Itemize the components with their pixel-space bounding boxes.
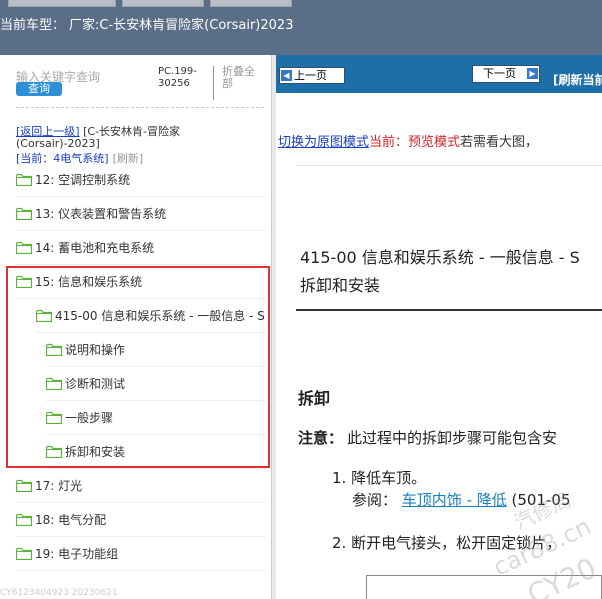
- divider: [296, 165, 602, 166]
- mode-line: 切换为原图模式当前：预览模式若需看大图，: [278, 131, 538, 150]
- sidebar: 输入关键字查询 查询 PC.199-30256 折叠全部 [返回上一级] [C-…: [0, 55, 272, 599]
- vehicle-info: 当前车型： 厂家:C-长安林肯冒险家(Corsair)2023: [0, 14, 293, 33]
- tree-item[interactable]: 13: 仪表装置和警告系统: [16, 197, 266, 231]
- tree-item-label: 18: 电气分配: [35, 513, 107, 527]
- vehicle-label: 当前车型：: [0, 18, 66, 33]
- tree-item[interactable]: 17: 灯光: [16, 469, 266, 503]
- mode-hint: 若需看大图，: [460, 135, 539, 150]
- prev-page-label: 上一页: [294, 69, 327, 82]
- search-button[interactable]: 查询: [16, 82, 62, 96]
- tree-item[interactable]: 12: 空调控制系统: [16, 163, 266, 197]
- folder-icon: [16, 173, 32, 186]
- folder-icon: [16, 513, 32, 526]
- pc-code: PC.199-30256: [158, 66, 214, 100]
- ref-label: 参阅：: [352, 491, 398, 509]
- footer-id: CY6123404923 20230621: [0, 588, 118, 598]
- folder-icon: [16, 241, 32, 254]
- step-1: 1. 降低车顶。: [332, 469, 427, 487]
- breadcrumb: [返回上一级] [C-长安林肯-冒险家(Corsair)-2023]: [16, 126, 216, 150]
- ref-link[interactable]: 车顶内饰 - 降低: [402, 491, 507, 509]
- next-page-label: 下一页: [483, 67, 516, 80]
- top-tab-3[interactable]: [210, 0, 292, 7]
- arrow-right-icon: ▶: [527, 68, 538, 79]
- vehicle-value: 厂家:C-长安林肯冒险家(Corsair)2023: [69, 18, 294, 33]
- document-title-line2: 拆卸和安装: [300, 276, 381, 295]
- divider: [16, 107, 264, 108]
- content-panel: ◀ 上一页 下一页 ▶ [刷新当前 切换为原图模式当前：预览模式若需看大图， 4…: [276, 55, 602, 599]
- arrow-left-icon: ◀: [281, 70, 292, 81]
- document-title-line1: 415-00 信息和娱乐系统 - 一般信息 - S: [300, 248, 580, 267]
- tree-item-label: 19: 电子功能组: [35, 547, 119, 561]
- top-header: 当前车型： 厂家:C-长安林肯冒险家(Corsair)2023: [0, 0, 602, 55]
- top-tab-1[interactable]: [8, 0, 116, 7]
- tree-item-label: 14: 蓄电池和充电系统: [35, 241, 155, 255]
- folder-icon: [16, 479, 32, 492]
- current-mode: 当前：预览模式: [369, 135, 461, 150]
- folder-icon: [16, 207, 32, 220]
- top-tab-2[interactable]: [122, 0, 204, 7]
- prev-page-button[interactable]: ◀ 上一页: [279, 67, 345, 84]
- tree-item[interactable]: 19: 电子功能组: [16, 537, 266, 571]
- folder-icon: [16, 547, 32, 560]
- section-heading: 拆卸: [298, 389, 331, 408]
- highlight-box: [6, 266, 270, 468]
- next-page-button[interactable]: 下一页 ▶: [472, 65, 540, 83]
- refresh-page-link[interactable]: [刷新当前: [553, 71, 602, 88]
- note-text: 此过程中的拆卸步骤可能包含安: [347, 429, 558, 447]
- page-nav-bar: ◀ 上一页 下一页 ▶ [刷新当前: [276, 55, 602, 93]
- tree-item-label: 17: 灯光: [35, 479, 83, 493]
- note-label: 注意：: [298, 429, 344, 447]
- tree-item-label: 13: 仪表装置和警告系统: [35, 207, 167, 221]
- tree-item[interactable]: 18: 电气分配: [16, 503, 266, 537]
- note: 注意： 此过程中的拆卸步骤可能包含安: [298, 427, 557, 448]
- document-title: 415-00 信息和娱乐系统 - 一般信息 - S 拆卸和安装: [300, 244, 580, 300]
- tree-item-label: 12: 空调控制系统: [35, 173, 131, 187]
- title-rule: [296, 309, 602, 311]
- switch-mode-link[interactable]: 切换为原图模式: [278, 135, 369, 150]
- collapse-all-button[interactable]: 折叠全部: [222, 66, 262, 90]
- top-tab-strip: [0, 0, 602, 8]
- tree-item[interactable]: 14: 蓄电池和充电系统: [16, 231, 266, 265]
